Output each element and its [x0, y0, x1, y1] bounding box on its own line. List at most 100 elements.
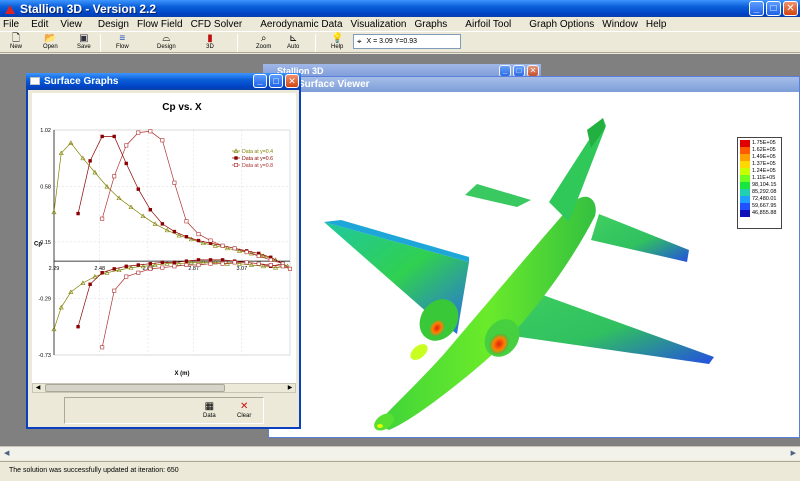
- data-point: [88, 282, 92, 286]
- crosshair-icon: ⌖: [357, 36, 362, 46]
- new-file-icon: 🗋: [11, 33, 21, 44]
- y-tick-label: -0.29: [38, 296, 51, 302]
- magnifier-icon: ⌕: [260, 33, 267, 44]
- minimize-icon[interactable]: _: [253, 74, 267, 88]
- data-point: [136, 130, 141, 135]
- aircraft-3d-render: [324, 118, 714, 431]
- cp-chart-area: Cp vs. X 1.02 0.58 0.15 -0.29 -0.73 2.29 2.48 2.…: [32, 93, 296, 393]
- legend-row: 72,480.01: [740, 196, 779, 203]
- design-button[interactable]: ⌓ Design: [157, 33, 176, 50]
- minimize-icon[interactable]: _: [749, 1, 764, 16]
- scroll-left-icon[interactable]: ◀: [4, 449, 9, 457]
- surface-viewer-title: Surface Viewer: [269, 77, 799, 92]
- menu-view[interactable]: View: [60, 19, 82, 30]
- save-button[interactable]: ▣ Save: [77, 33, 91, 50]
- data-point: [100, 134, 104, 139]
- menu-edit[interactable]: Edit: [31, 19, 48, 30]
- menu-file[interactable]: File: [3, 19, 19, 30]
- data-point: [148, 208, 153, 212]
- view-3d-button[interactable]: ▮ 3D: [204, 33, 216, 50]
- 3d-view-icon: ▮: [207, 33, 213, 44]
- graph-horizontal-scrollbar[interactable]: ◀ ▶: [32, 383, 296, 393]
- zoom-button[interactable]: ⌕ Zoom: [256, 33, 271, 50]
- data-point: [280, 264, 285, 269]
- scroll-right-icon[interactable]: ▶: [791, 449, 796, 457]
- legend-row: 85,292.08: [740, 189, 779, 196]
- data-point: [220, 258, 225, 262]
- surface-viewer-canvas[interactable]: [269, 92, 799, 437]
- data-point: [112, 134, 116, 139]
- help-button[interactable]: 💡 Help: [331, 33, 344, 50]
- data-point: [124, 161, 128, 166]
- y-tick-label: 1.02: [40, 128, 51, 134]
- legend-row: 98,104.15: [740, 182, 779, 189]
- data-point: [184, 263, 189, 268]
- new-button[interactable]: 🗋 New: [10, 33, 22, 50]
- menu-aerodynamic-data[interactable]: Aerodynamic Data: [260, 19, 342, 30]
- data-point: [124, 143, 129, 148]
- maximize-icon[interactable]: □: [269, 74, 283, 88]
- menu-design[interactable]: Design: [98, 19, 129, 30]
- data-point: [220, 243, 225, 248]
- data-point: [100, 216, 105, 221]
- data-point: [244, 260, 249, 265]
- legend-row: 1.37E+05: [740, 161, 779, 168]
- scroll-left-icon[interactable]: ◀: [33, 384, 43, 392]
- menu-airfoil-tool[interactable]: Airfoil Tool: [465, 19, 511, 30]
- status-bar: The solution was successfully updated at…: [0, 461, 800, 481]
- maximize-icon[interactable]: □: [766, 1, 781, 16]
- menu-help[interactable]: Help: [646, 19, 667, 30]
- app-title-bar: Stallion 3D - Version 2.2 _ □ ✕: [0, 0, 800, 17]
- workspace-horizontal-scrollbar[interactable]: ◀ ▶: [0, 446, 800, 460]
- scroll-thumb[interactable]: [45, 384, 225, 392]
- legend-marker: [234, 163, 239, 168]
- scroll-right-icon[interactable]: ▶: [285, 384, 295, 392]
- menu-window[interactable]: Window: [602, 19, 638, 30]
- close-icon[interactable]: ✕: [783, 1, 798, 16]
- menu-graphs[interactable]: Graphs: [415, 19, 448, 30]
- data-point: [76, 325, 80, 329]
- data-point: [256, 261, 261, 266]
- help-lightbulb-icon: 💡: [331, 33, 344, 44]
- graph-button-panel: ▦ Data ✕ Clear: [64, 397, 264, 424]
- x-axis-label: X (m): [175, 371, 190, 377]
- legend-row: 59,667.95: [740, 203, 779, 210]
- data-point: [160, 222, 165, 226]
- menu-cfd-solver[interactable]: CFD Solver: [191, 19, 243, 30]
- menu-flow-field[interactable]: Flow Field: [137, 19, 183, 30]
- surface-graphs-title-bar[interactable]: Surface Graphs _ □ ✕: [26, 73, 301, 90]
- cp-chart: Cp vs. X1.020.580.15-0.29-0.732.29 2.48 2.…: [34, 102, 292, 377]
- data-point: [112, 288, 117, 293]
- data-point: [208, 258, 213, 262]
- data-point: [136, 263, 140, 267]
- data-point: [124, 264, 128, 268]
- data-point: [256, 254, 261, 259]
- close-icon[interactable]: ✕: [285, 74, 299, 88]
- open-button[interactable]: 📂 Open: [43, 33, 58, 50]
- clear-button[interactable]: ✕ Clear: [237, 401, 251, 419]
- auto-button[interactable]: ⊾ Auto: [287, 33, 299, 50]
- data-point: [196, 263, 201, 268]
- data-point: [196, 238, 201, 243]
- status-message: The solution was successfully updated at…: [9, 467, 179, 474]
- app-title: Stallion 3D - Version 2.2: [20, 1, 157, 16]
- legend-row: 46,855.88: [740, 210, 779, 217]
- data-point: [220, 261, 225, 266]
- data-point: [244, 250, 249, 255]
- legend-entry: Data at y=0.4: [242, 149, 273, 155]
- coordinate-readout: ⌖ X = 3.09 Y=0.93: [353, 34, 461, 49]
- flow-lines-icon: ≡: [119, 33, 126, 44]
- data-button[interactable]: ▦ Data: [203, 401, 216, 419]
- data-point: [160, 265, 165, 270]
- menu-visualization[interactable]: Visualization: [351, 19, 407, 30]
- data-point: [136, 187, 140, 191]
- chart-title: Cp vs. X: [162, 102, 202, 113]
- x-tick-label: 3.07: [236, 266, 247, 272]
- save-disk-icon: ▣: [79, 33, 89, 44]
- app-logo-icon: [4, 3, 16, 15]
- data-point: [184, 219, 189, 224]
- flow-button[interactable]: ≡ Flow: [116, 33, 129, 50]
- menu-graph-options[interactable]: Graph Options: [529, 19, 594, 30]
- x-tick-label: 2.87: [188, 266, 199, 272]
- legend-marker: [234, 156, 238, 160]
